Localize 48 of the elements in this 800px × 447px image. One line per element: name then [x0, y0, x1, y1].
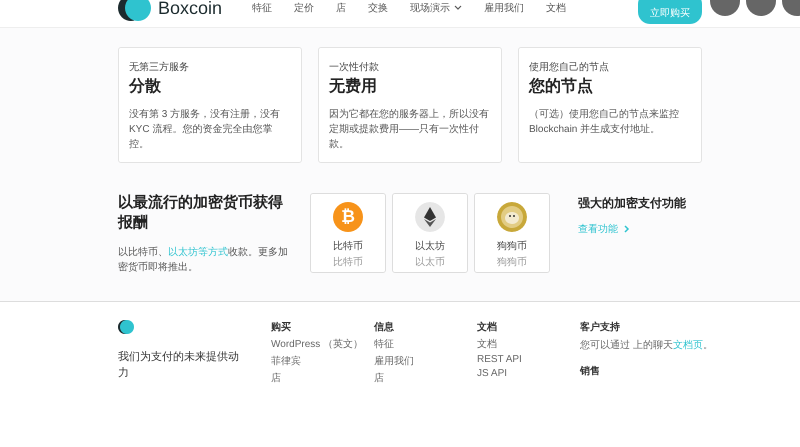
section-title: 以最流行的加密货币获得报酬 [118, 193, 284, 233]
bitcoin-icon: ₿ [333, 202, 363, 232]
footer-tagline: 我们为支付的未来提供动力 [118, 350, 240, 381]
footer-link[interactable]: 菲律宾 [271, 354, 374, 368]
footer-heading: 客户支持 [580, 320, 621, 334]
nav-link[interactable]: 雇用我们 [484, 1, 524, 15]
nav-link[interactable]: 文档 [546, 1, 566, 15]
footer-heading: 购买 [271, 320, 292, 334]
card-text: （可选）使用您自己的节点来监控 Blockchain 并生成支付地址。 [529, 108, 680, 137]
footer-heading: 销售 [580, 364, 601, 378]
card-eyebrow: 无第三方服务 [129, 60, 190, 74]
nav-link[interactable]: 交换 [368, 1, 388, 15]
footer-link[interactable]: REST API [477, 354, 580, 365]
footer-link[interactable]: 特征 [374, 337, 477, 351]
chevron-icon [624, 225, 630, 233]
footer-link[interactable]: 店 [374, 371, 477, 385]
support-text: 您可以通过 上的聊天文档页。 [580, 338, 713, 352]
footer-link[interactable]: JS API [477, 368, 580, 379]
footer-link[interactable]: WordPress （英文） [271, 337, 374, 351]
section-text: 以比特币、以太坊等方式收款。更多加密货币即将推出。 [118, 246, 288, 275]
card-title: 分散 [129, 76, 162, 97]
brand-name: Boxcoin [158, 0, 222, 18]
coin-subtitle: 狗狗币 [497, 256, 527, 269]
coin-name: 狗狗币 [497, 240, 527, 253]
card-text: 因为它都在您的服务器上，所以没有定期或提款费用——只有一次性付款。 [329, 108, 490, 152]
nav-link[interactable]: 特征 [252, 1, 272, 15]
nav-link[interactable]: 定价 [294, 1, 314, 15]
coin-subtitle: 以太币 [415, 256, 445, 269]
dogecoin-icon [497, 202, 527, 232]
nav-link[interactable]: 现场演示 [410, 1, 462, 15]
card-eyebrow: 一次性付款 [329, 60, 380, 74]
footer-link[interactable]: 文档 [477, 337, 580, 351]
logo-icon [118, 0, 154, 22]
coin-name: 以太坊 [415, 240, 445, 253]
footer-link[interactable]: 店 [271, 371, 374, 385]
coin-subtitle: 比特币 [333, 256, 363, 269]
coin-name: 比特币 [333, 240, 363, 253]
card-eyebrow: 使用您自己的节点 [529, 60, 610, 74]
footer-link[interactable]: 雇用我们 [374, 354, 477, 368]
card-text: 没有第 3 方服务，没有注册，没有 KYC 流程。您的资金完全由您掌控。 [129, 108, 282, 152]
logo-icon [118, 320, 134, 334]
side-title: 强大的加密支付功能 [578, 195, 686, 212]
ethereum-icon [415, 202, 445, 232]
footer-heading: 文档 [477, 320, 498, 334]
footer-heading: 信息 [374, 320, 395, 334]
card-title: 无费用 [329, 76, 378, 97]
nav-link[interactable]: 店 [336, 1, 346, 15]
card-title: 您的节点 [529, 76, 594, 97]
